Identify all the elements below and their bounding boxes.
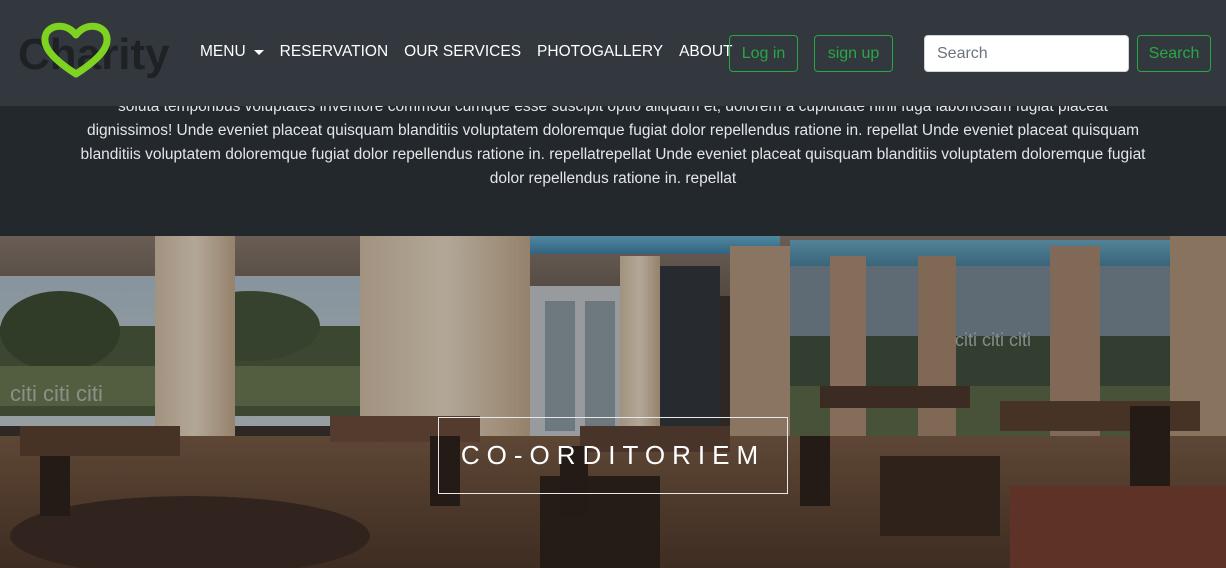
search-button[interactable]: Search [1137, 35, 1211, 72]
logo[interactable]: Charity [18, 22, 178, 84]
nav-menu-dropdown[interactable]: MENU [200, 43, 264, 61]
nav-photogallery[interactable]: PHOTOGALLERY [537, 43, 663, 61]
search-input[interactable] [924, 35, 1129, 72]
nav-menu-label: MENU [200, 43, 246, 60]
login-button[interactable]: Log in [729, 35, 798, 72]
hero-section: citi citi citi citi citi citi CO-ORDITOR… [0, 236, 1226, 568]
nav-links: MENU RESERVATION OUR SERVICES PHOTOGALLE… [200, 43, 749, 61]
signup-button[interactable]: sign up [814, 35, 893, 72]
navbar: Charity MENU RESERVATION OUR SERVICES PH… [0, 0, 1226, 106]
hero-overlay [0, 236, 1226, 568]
nav-our-services[interactable]: OUR SERVICES [404, 43, 521, 61]
heart-icon [41, 22, 111, 78]
nav-about[interactable]: ABOUT [679, 43, 732, 61]
intro-text: soluta temporibus voluptates inventore c… [80, 98, 1146, 187]
caret-down-icon [253, 49, 264, 55]
hero-title: CO-ORDITORIEM [438, 417, 788, 494]
nav-reservation[interactable]: RESERVATION [280, 43, 389, 61]
